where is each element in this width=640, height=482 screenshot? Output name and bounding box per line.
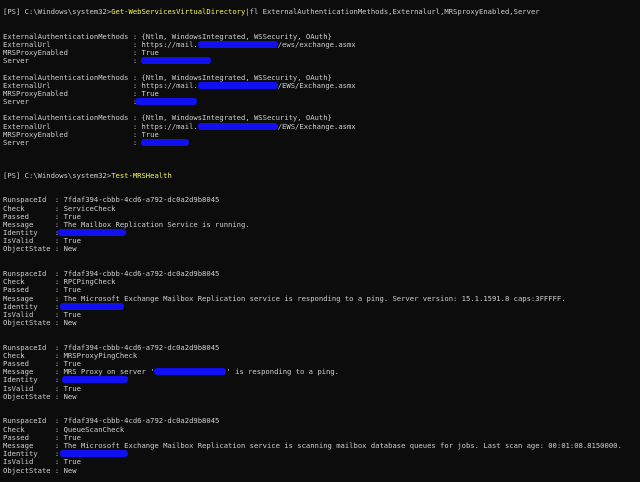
output-line: Identity : — [3, 450, 640, 458]
output-line: Identity : — [3, 302, 640, 311]
output-line: IsValid : True — [3, 236, 81, 246]
redaction-mark — [197, 81, 278, 89]
cmdlet-name: Get-WebServicesVirtualDirectory — [111, 7, 246, 16]
redaction-mark — [197, 122, 278, 130]
cmdlet-args: |fl ExternalAuthenticationMethods,Extern… — [245, 7, 540, 16]
output-line: Check : QueueScanCheck — [3, 424, 125, 434]
redaction-mark — [61, 376, 128, 384]
output-line: Identity : — [3, 228, 640, 237]
output-line: ObjectState : New — [3, 391, 77, 401]
output-line: IsValid : True — [3, 457, 81, 467]
redaction-mark — [57, 229, 126, 237]
mrs-health-result: RunspaceId : 7fdaf394-cbbb-4cd6-a792-dc0… — [3, 343, 640, 401]
redaction-mark — [141, 139, 190, 146]
output-line: ObjectState : New — [3, 465, 77, 475]
vdir-entry: ExternalAuthenticationMethods : {Ntlm, W… — [3, 73, 640, 107]
vdir-entry: ExternalAuthenticationMethods : {Ntlm, W… — [3, 114, 640, 147]
redaction-mark — [59, 302, 124, 310]
redaction-mark — [154, 368, 227, 376]
output-line: Server : — [3, 57, 640, 65]
redaction-mark — [197, 40, 278, 48]
redaction-mark — [59, 450, 128, 458]
mrs-health-result: RunspaceId : 7fdaf394-cbbb-4cd6-a792-dc0… — [3, 417, 640, 475]
cmdlet-name: Test-MRSHealth — [111, 170, 172, 180]
output-line: Identity : — [3, 376, 640, 384]
output-line: Message : The Mailbox Replication Servic… — [3, 219, 250, 229]
output-line: IsValid : True — [3, 383, 81, 393]
command-line-2: [PS] C:\Windows\system32>Test-MRSHealth — [3, 170, 640, 180]
output-line: Message : The Microsoft Exchange Mailbox… — [3, 440, 622, 450]
prompt: [PS] C:\Windows\system32> — [3, 7, 112, 16]
output-line: Check : RPCPingCheck — [3, 277, 116, 287]
prompt: [PS] C:\Windows\system32> — [3, 170, 112, 180]
output-line: Server : — [3, 97, 640, 106]
output-line: Message : MRS Proxy on server ' ' is resp… — [3, 367, 339, 377]
output-line: Check : ServiceCheck — [3, 203, 116, 213]
command-line-1: [PS] C:\Windows\system32>Get-WebServices… — [3, 7, 640, 16]
mrs-health-result: RunspaceId : 7fdaf394-cbbb-4cd6-a792-dc0… — [3, 269, 640, 328]
vdir-entry: ExternalAuthenticationMethods : {Ntlm, W… — [3, 32, 640, 66]
output-line: IsValid : True — [3, 309, 81, 319]
powershell-console[interactable]: [PS] C:\Windows\system32>Get-WebServices… — [0, 0, 640, 482]
mrs-health-result: RunspaceId : 7fdaf394-cbbb-4cd6-a792-dc0… — [3, 196, 640, 254]
output-line: Message : The Microsoft Exchange Mailbox… — [3, 293, 566, 303]
output-line: Server : — [3, 138, 640, 147]
output-line: ObjectState : New — [3, 318, 77, 328]
output-line: Check : MRSProxyPingCheck — [3, 350, 138, 360]
redaction-mark — [141, 57, 212, 65]
output-line: ObjectState : New — [3, 244, 77, 254]
redaction-mark — [135, 98, 198, 106]
